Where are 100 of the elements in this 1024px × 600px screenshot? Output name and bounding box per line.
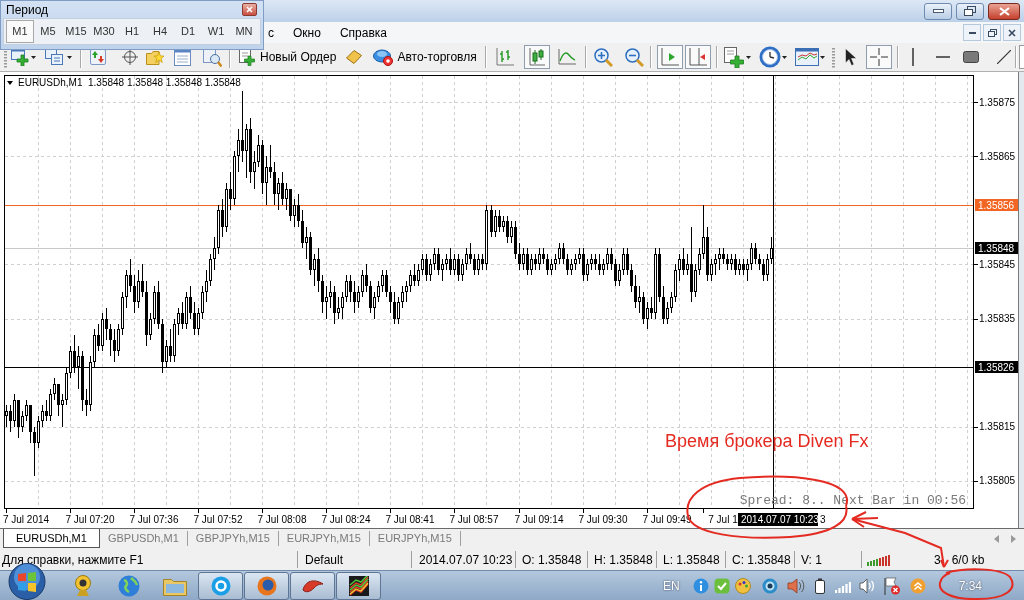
restore-icon xyxy=(987,28,997,37)
price-axis-label: 1.35865 xyxy=(979,150,1016,162)
period-button[interactable]: M30 xyxy=(90,20,118,43)
webcam-icon xyxy=(72,574,93,597)
menu-item[interactable]: Справка xyxy=(339,23,387,42)
minimize-button[interactable] xyxy=(963,24,981,41)
chart-shift-button[interactable] xyxy=(684,45,711,69)
candlestick-icon xyxy=(528,48,545,66)
cursor-arrow-icon xyxy=(844,48,857,66)
status-text: 3 xyxy=(934,551,941,569)
time-axis-label: 7 Jul 09:14 xyxy=(514,514,564,525)
time-axis-label: 7 Jul 08:41 xyxy=(385,514,435,525)
price-axis-label: 1.35835 xyxy=(979,313,1016,325)
flag-error-icon[interactable] xyxy=(883,576,900,595)
close-button[interactable] xyxy=(242,3,257,16)
period-button[interactable]: MN xyxy=(230,20,258,43)
browser-app-button[interactable] xyxy=(244,571,289,600)
time-axis-label: 7 Jul 1 xyxy=(708,514,738,525)
status-text: V: 1 xyxy=(801,551,822,569)
chart-window-icon[interactable] xyxy=(794,48,819,66)
crosshair-circle-icon[interactable] xyxy=(122,49,138,65)
rectangle-icon[interactable] xyxy=(962,51,979,63)
chart-price-values: 1.35848 1.35848 1.35848 1.35848 xyxy=(88,77,241,88)
chart-tab[interactable]: EURJPYh,M15 xyxy=(278,531,370,546)
period-button[interactable]: H1 xyxy=(118,20,146,43)
price-marker-label: 1.35848 xyxy=(975,242,1018,254)
close-icon xyxy=(1008,28,1016,37)
status-text: H: 1.35848 xyxy=(594,551,653,569)
menu-item[interactable]: с xyxy=(268,23,274,42)
zoom-out-icon[interactable] xyxy=(624,47,644,67)
folder-star-icon[interactable] xyxy=(146,49,164,65)
app-button[interactable] xyxy=(290,571,335,600)
restore-button[interactable] xyxy=(983,24,1001,41)
caret-icon[interactable] xyxy=(745,55,751,59)
bird-icon xyxy=(301,577,324,594)
axes-shift-icon xyxy=(688,48,707,66)
chart-tab[interactable]: GBPUSDh,M1 xyxy=(99,531,188,546)
collapse-triangle-icon[interactable] xyxy=(7,81,13,85)
chart-symbol-title: EURUSDh,M1 xyxy=(18,77,83,88)
time-axis-label: 7 Jul 08:57 xyxy=(449,514,499,525)
restore-button[interactable] xyxy=(956,2,984,20)
price-axis-label: 1.35875 xyxy=(979,96,1016,108)
clock-icon[interactable] xyxy=(758,46,781,68)
globe-icon xyxy=(117,574,140,597)
status-text: 2014.07.07 10:23 xyxy=(419,551,513,569)
trading-app-button[interactable] xyxy=(336,571,381,600)
minimize-icon xyxy=(932,9,944,13)
auto-scroll-button[interactable] xyxy=(656,45,683,69)
hat-stop-icon xyxy=(373,48,394,66)
time-axis-label: 7 Jul 07:36 xyxy=(129,514,179,525)
autotrading-button[interactable]: Авто-торговля xyxy=(370,45,480,69)
close-button[interactable] xyxy=(988,2,1020,20)
close-icon xyxy=(998,6,1010,16)
document-plus-icon[interactable] xyxy=(723,46,744,68)
time-axis-label: 7 Jul 07:52 xyxy=(193,514,243,525)
caret-icon[interactable] xyxy=(781,55,787,59)
battery-icon[interactable] xyxy=(814,577,825,594)
info-icon[interactable] xyxy=(692,577,709,594)
restore-icon xyxy=(964,6,976,16)
period-button[interactable]: M5 xyxy=(34,20,62,43)
round-logo-icon xyxy=(256,575,277,596)
period-button[interactable]: W1 xyxy=(202,20,230,43)
horizontal-line-icon[interactable] xyxy=(935,56,950,58)
palette-icon[interactable] xyxy=(734,577,751,594)
line-chart-icon xyxy=(557,49,576,65)
messenger-app-button[interactable] xyxy=(198,571,243,600)
check-icon[interactable] xyxy=(713,577,730,594)
price-axis-label: 1.35805 xyxy=(979,475,1016,487)
diamond-icon[interactable] xyxy=(346,50,363,64)
bar-chart-icon xyxy=(495,48,514,66)
caret-icon[interactable] xyxy=(31,55,36,59)
vertical-line-icon[interactable] xyxy=(911,48,914,66)
time-axis-label: 7 Jul 08:08 xyxy=(257,514,307,525)
time-axis-label: 7 Jul 08:24 xyxy=(321,514,371,525)
period-button[interactable]: D1 xyxy=(174,20,202,43)
chart-tab[interactable]: EURUSDh,M1 xyxy=(3,529,100,548)
period-button[interactable]: M15 xyxy=(62,20,90,43)
ring-icon[interactable] xyxy=(761,577,778,594)
status-text: 6/0 kb xyxy=(951,551,985,569)
period-button[interactable]: M1 xyxy=(6,20,34,43)
caret-icon[interactable] xyxy=(67,55,72,59)
menu-item[interactable]: Окно xyxy=(293,23,321,42)
speaker-icon[interactable] xyxy=(858,577,875,594)
candlestick-chart-button[interactable] xyxy=(523,45,550,69)
time-axis-label: 7 Jul 09:30 xyxy=(578,514,628,525)
zoom-in-icon[interactable] xyxy=(593,47,613,67)
grip-icon xyxy=(831,46,835,68)
speaker-icon[interactable] xyxy=(786,577,805,594)
crosshair-icon xyxy=(869,48,888,66)
striped-chart-icon xyxy=(348,575,369,596)
caret-icon[interactable] xyxy=(819,55,825,59)
period-button[interactable]: H4 xyxy=(146,20,174,43)
axes-play-icon xyxy=(660,48,679,66)
minimize-button[interactable] xyxy=(924,2,952,20)
connection-bars-icon xyxy=(867,553,891,566)
chart-tab[interactable]: EURJPYh,M15 xyxy=(369,531,461,546)
trend-line-icon[interactable] xyxy=(996,50,1011,64)
chart-tab[interactable]: GBPJPYh,M15 xyxy=(187,531,279,546)
time-axis-label: 3 xyxy=(820,514,826,525)
status-text: O: 1.35848 xyxy=(522,551,582,569)
